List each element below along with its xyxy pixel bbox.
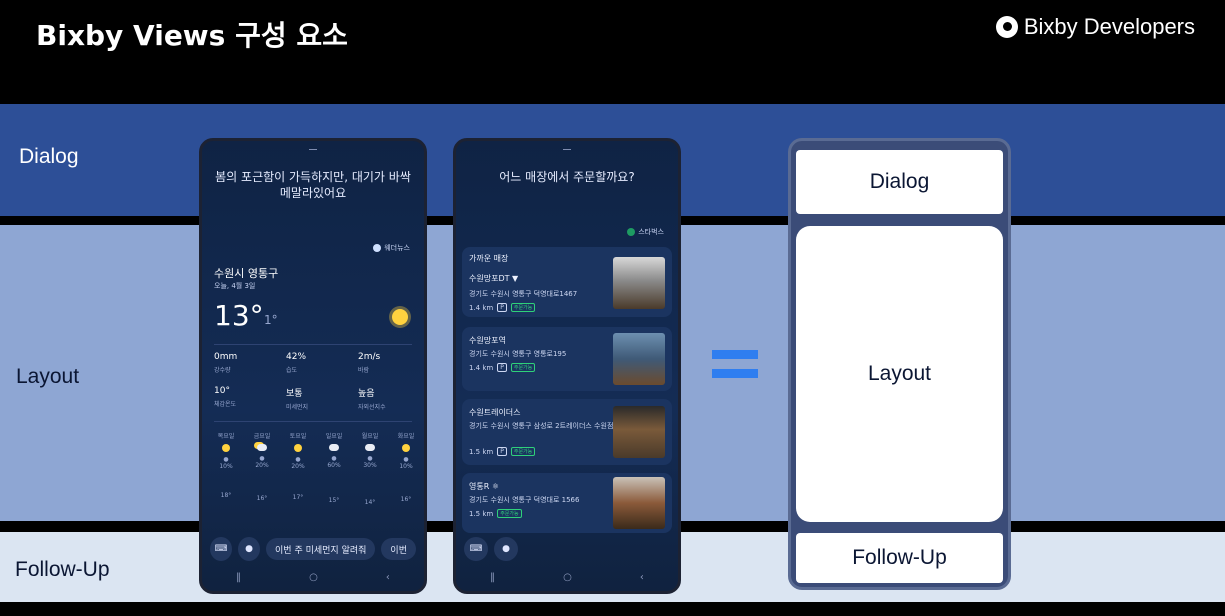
rain-cloud-icon bbox=[329, 444, 339, 451]
location: 수원시 영통구 bbox=[214, 267, 279, 280]
keyboard-icon[interactable]: ⌨ bbox=[464, 537, 488, 561]
stat-item: 높음 자외선지수 bbox=[358, 389, 386, 411]
store-distance: 1.5 km 주문가능 bbox=[469, 509, 522, 518]
store-distance: 1.4 km P 주문가능 bbox=[469, 303, 536, 312]
sun-icon bbox=[392, 309, 408, 325]
back-icon[interactable]: ‹ bbox=[640, 572, 644, 583]
store-card[interactable]: 수원망포역 경기도 수원시 영통구 영통로195 1.4 km P 주문가능 bbox=[462, 327, 672, 391]
keyboard-icon[interactable]: ⌨ bbox=[210, 537, 233, 561]
stat-item: 보통 미세먼지 bbox=[286, 389, 309, 411]
weathernews-logo-icon bbox=[373, 244, 382, 252]
forecast-column: 화요일 ● 10% 16° bbox=[397, 433, 415, 503]
store-distance: 1.4 km P 주문가능 bbox=[469, 363, 536, 372]
chevron-down-icon bbox=[309, 145, 317, 150]
brand: Bixby Developers bbox=[995, 14, 1195, 40]
date: 오늘, 4월 3일 bbox=[214, 282, 256, 290]
layout-band-label: Layout bbox=[16, 365, 80, 388]
divider bbox=[214, 421, 412, 422]
store-address: 경기도 수원시 영통구 덕영대로 1566 bbox=[469, 496, 580, 504]
nav-bar: ‖ ○ ‹ bbox=[202, 572, 424, 583]
bottom-strip bbox=[0, 602, 1225, 616]
store-card[interactable]: 영통R ⚛ 경기도 수원시 영통구 덕영대로 1566 1.5 km 주문가능 bbox=[462, 473, 672, 533]
diagram-follow-up-box: Follow-Up bbox=[796, 533, 1003, 583]
store-photo bbox=[613, 257, 665, 309]
brand-name: Bixby Developers bbox=[1023, 14, 1195, 39]
store-distance: 1.5 km P 주문가능 bbox=[469, 447, 536, 456]
store-photo bbox=[613, 333, 665, 385]
partly-cloudy-icon bbox=[257, 444, 267, 451]
sun-icon bbox=[222, 444, 230, 452]
store-source: 스타벅스 bbox=[638, 228, 664, 236]
equals-sign-bottom-bar bbox=[712, 369, 758, 378]
bixby-icon[interactable]: ● bbox=[238, 537, 261, 561]
follow-up-chip[interactable]: 이번 주 미세먼지 알려줘 bbox=[266, 538, 376, 560]
store-address: 경기도 수원시 영통구 덕영대로1467 bbox=[469, 290, 578, 298]
nav-bar: ‖ ○ ‹ bbox=[456, 572, 678, 583]
store-name: 영통R ⚛ bbox=[469, 482, 499, 491]
forecast-column: 금요일 ● 20% 16° bbox=[253, 433, 271, 502]
back-icon[interactable]: ‹ bbox=[386, 572, 390, 583]
page-title: Bixby Views 구성 요소 bbox=[36, 19, 348, 52]
home-icon[interactable]: ○ bbox=[309, 572, 318, 583]
views-diagram: Dialog Layout Follow-Up bbox=[788, 138, 1011, 590]
store-name: 수원트레이더스 bbox=[469, 408, 521, 417]
divider bbox=[214, 344, 412, 345]
bixby-icon[interactable]: ● bbox=[494, 537, 518, 561]
forecast-column: 토요일 ● 20% 17° bbox=[289, 433, 307, 501]
section-title: 가까운 매장 bbox=[469, 254, 509, 263]
diagram-layout-box: Layout bbox=[796, 226, 1003, 522]
store-card[interactable]: 수원트레이더스 경기도 수원시 영통구 삼성로 2트레이더스 수원점 1.5 k… bbox=[462, 399, 672, 465]
parking-icon: P bbox=[497, 363, 507, 372]
store-photo bbox=[613, 406, 665, 458]
stat-item: 2m/s 바람 bbox=[358, 352, 381, 374]
diagram-dialog-box: Dialog bbox=[796, 150, 1003, 214]
store-phone: 어느 매장에서 주문할까요? 스타벅스 가까운 매장 수원망포DT ▼ 경기도 … bbox=[453, 138, 681, 594]
weather-phone: 봄의 포근함이 가득하지만, 대기가 바싹 메말라있어요 웨더뉴스 수원시 영통… bbox=[199, 138, 427, 594]
store-name: 수원망포DT ▼ bbox=[469, 274, 519, 283]
cloud-icon bbox=[365, 444, 375, 451]
forecast-column: 일요일 ● 60% 15° bbox=[325, 433, 343, 504]
dialog-band-label: Dialog bbox=[19, 145, 79, 168]
current-temp: 13° bbox=[214, 299, 264, 332]
follow-up-row: ⌨ ● 이번 주 미세먼지 알려줘 이번 bbox=[210, 537, 416, 561]
drive-thru-icon: ⚛ bbox=[491, 482, 499, 491]
home-icon[interactable]: ○ bbox=[563, 572, 572, 583]
store-card[interactable]: 가까운 매장 수원망포DT ▼ 경기도 수원시 영통구 덕영대로1467 1.4… bbox=[462, 247, 672, 317]
store-address: 경기도 수원시 영통구 삼성로 2트레이더스 수원점 bbox=[469, 422, 614, 430]
follow-up-chip[interactable]: 이번 bbox=[381, 538, 416, 560]
store-name: 수원망포역 bbox=[469, 336, 506, 345]
follow-up-row: ⌨ ● bbox=[464, 537, 670, 561]
store-address: 경기도 수원시 영통구 영통로195 bbox=[469, 350, 567, 358]
stat-item: 42% 습도 bbox=[286, 352, 307, 374]
forecast-column: 월요일 ● 30% 14° bbox=[361, 433, 379, 506]
recent-apps-icon[interactable]: ‖ bbox=[490, 572, 495, 583]
weather-source: 웨더뉴스 bbox=[384, 244, 410, 252]
weather-dialog-text: 봄의 포근함이 가득하지만, 대기가 바싹 메말라있어요 bbox=[215, 170, 411, 200]
starbucks-logo-icon bbox=[627, 228, 636, 236]
low-temp: 1° bbox=[264, 313, 278, 327]
store-dialog-text: 어느 매장에서 주문할까요? bbox=[499, 170, 635, 184]
bixby-logo-icon bbox=[995, 16, 1018, 38]
car-icon: ▼ bbox=[512, 274, 519, 283]
store-photo bbox=[613, 477, 665, 529]
parking-icon: P bbox=[497, 447, 507, 456]
follow-up-band-label: Follow-Up bbox=[15, 558, 110, 581]
stat-item: 10° 체감온도 bbox=[214, 386, 237, 408]
parking-icon: P bbox=[497, 303, 507, 312]
sun-icon bbox=[294, 444, 302, 452]
recent-apps-icon[interactable]: ‖ bbox=[236, 572, 241, 583]
forecast-column: 목요일 ● 10% 18° bbox=[217, 433, 235, 499]
stat-item: 0mm 강수량 bbox=[214, 352, 238, 374]
equals-sign-top-bar bbox=[712, 350, 758, 359]
chevron-down-icon bbox=[563, 145, 571, 150]
sun-icon bbox=[402, 444, 410, 452]
